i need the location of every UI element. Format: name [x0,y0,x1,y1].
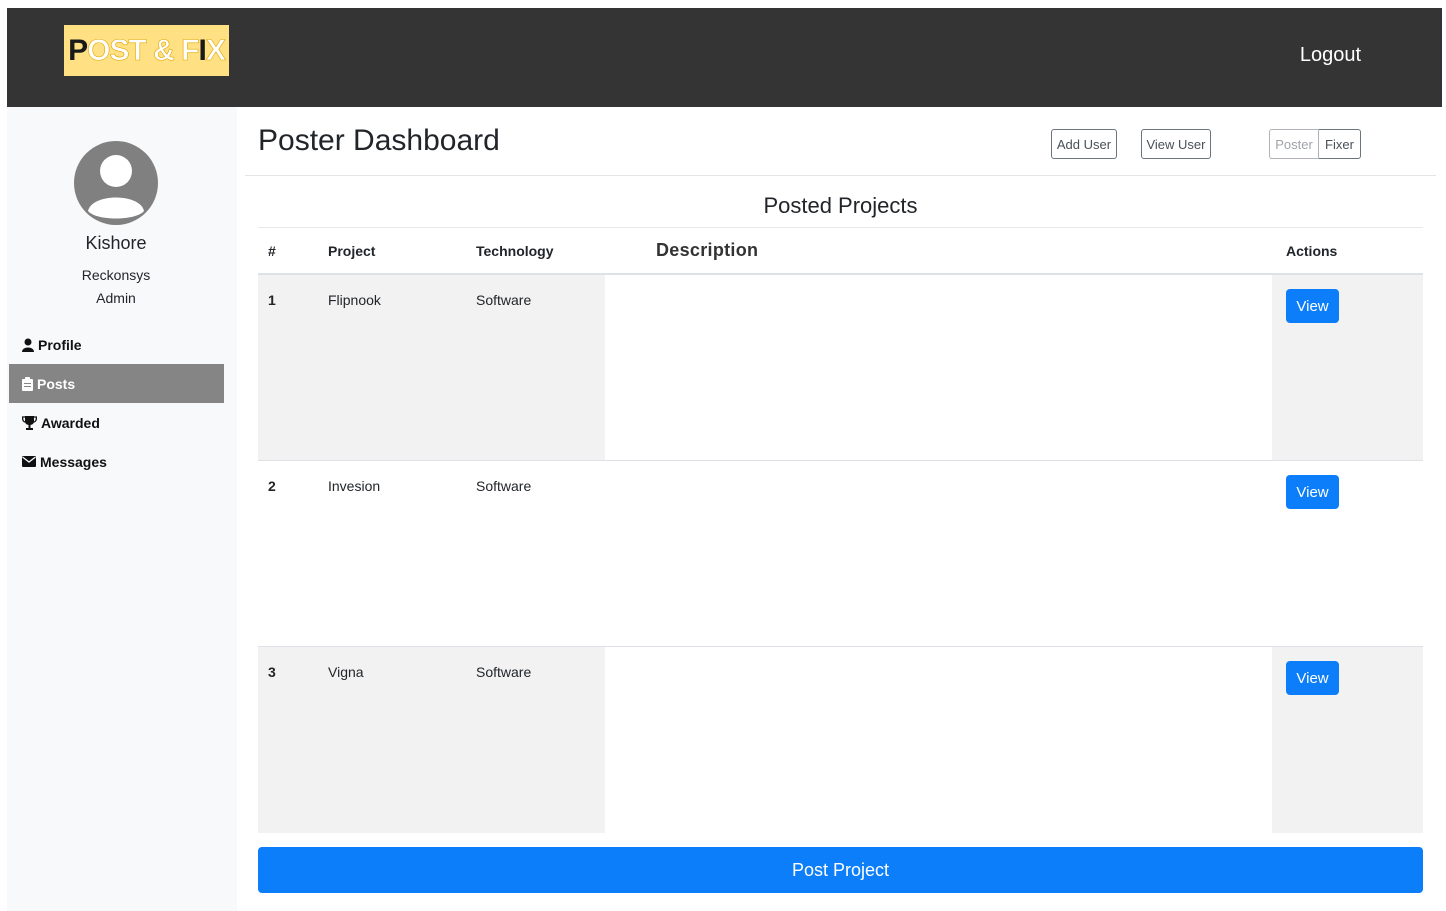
column-header-num: # [268,243,276,259]
page-title: Poster Dashboard [258,124,500,157]
project-name: Vigna [328,664,364,680]
role-toggle: Poster Fixer [1269,129,1361,159]
top-navbar: P OST & FIX Logout [7,8,1442,107]
column-header-project: Project [328,243,376,259]
table-row: 1 Flipnook Software View [258,275,1423,461]
sidebar-item-profile[interactable]: Profile [9,325,224,364]
view-button[interactable]: View [1286,289,1339,323]
column-header-description: Description [656,240,759,260]
divider [245,175,1436,176]
add-user-button[interactable]: Add User [1051,129,1117,159]
row-number: 1 [268,292,276,308]
row-number: 3 [268,664,276,680]
column-header-actions: Actions [1286,243,1338,259]
view-button[interactable]: View [1286,475,1339,509]
brand-logo[interactable]: P OST & FIX [64,25,229,76]
divider [258,227,1423,228]
project-name: Invesion [328,478,381,494]
user-icon [22,338,34,352]
sidebar-item-awarded[interactable]: Awarded [9,403,224,442]
view-button[interactable]: View [1286,661,1339,695]
fixer-toggle-button[interactable]: Fixer [1319,129,1361,159]
trophy-icon [22,415,37,430]
post-project-button[interactable]: Post Project [258,847,1423,893]
project-technology: Software [476,664,532,680]
table-row: 2 Invesion Software View [258,461,1423,647]
sidebar-item-messages[interactable]: Messages [9,442,224,481]
sidebar-item-label: Messages [40,453,107,470]
user-name: Kishore [85,233,147,253]
poster-toggle-button[interactable]: Poster [1269,129,1319,159]
section-title: Posted Projects [763,193,918,218]
table-row: 3 Vigna Software View [258,647,1423,833]
project-description [605,647,1272,833]
sidebar-item-label: Posts [37,375,76,392]
column-header-technology: Technology [476,243,554,259]
row-number: 2 [268,478,276,494]
view-user-button[interactable]: View User [1141,129,1211,159]
project-description [605,275,1272,461]
user-organization: Reckonsys [81,267,151,283]
sidebar-item-label: Awarded [41,414,100,431]
project-description [605,461,1272,647]
project-name: Flipnook [328,292,381,308]
avatar [74,141,158,225]
project-technology: Software [476,292,532,308]
sidebar-item-posts[interactable]: Posts [9,364,224,403]
logout-link[interactable]: Logout [1300,44,1361,67]
envelope-icon [22,456,36,467]
clipboard-icon [22,376,33,391]
project-technology: Software [476,478,532,494]
user-role: Admin [96,290,136,306]
sidebar-item-label: Profile [38,336,82,353]
sidebar: Kishore Reckonsys Admin Profile Posts Aw… [7,107,237,911]
